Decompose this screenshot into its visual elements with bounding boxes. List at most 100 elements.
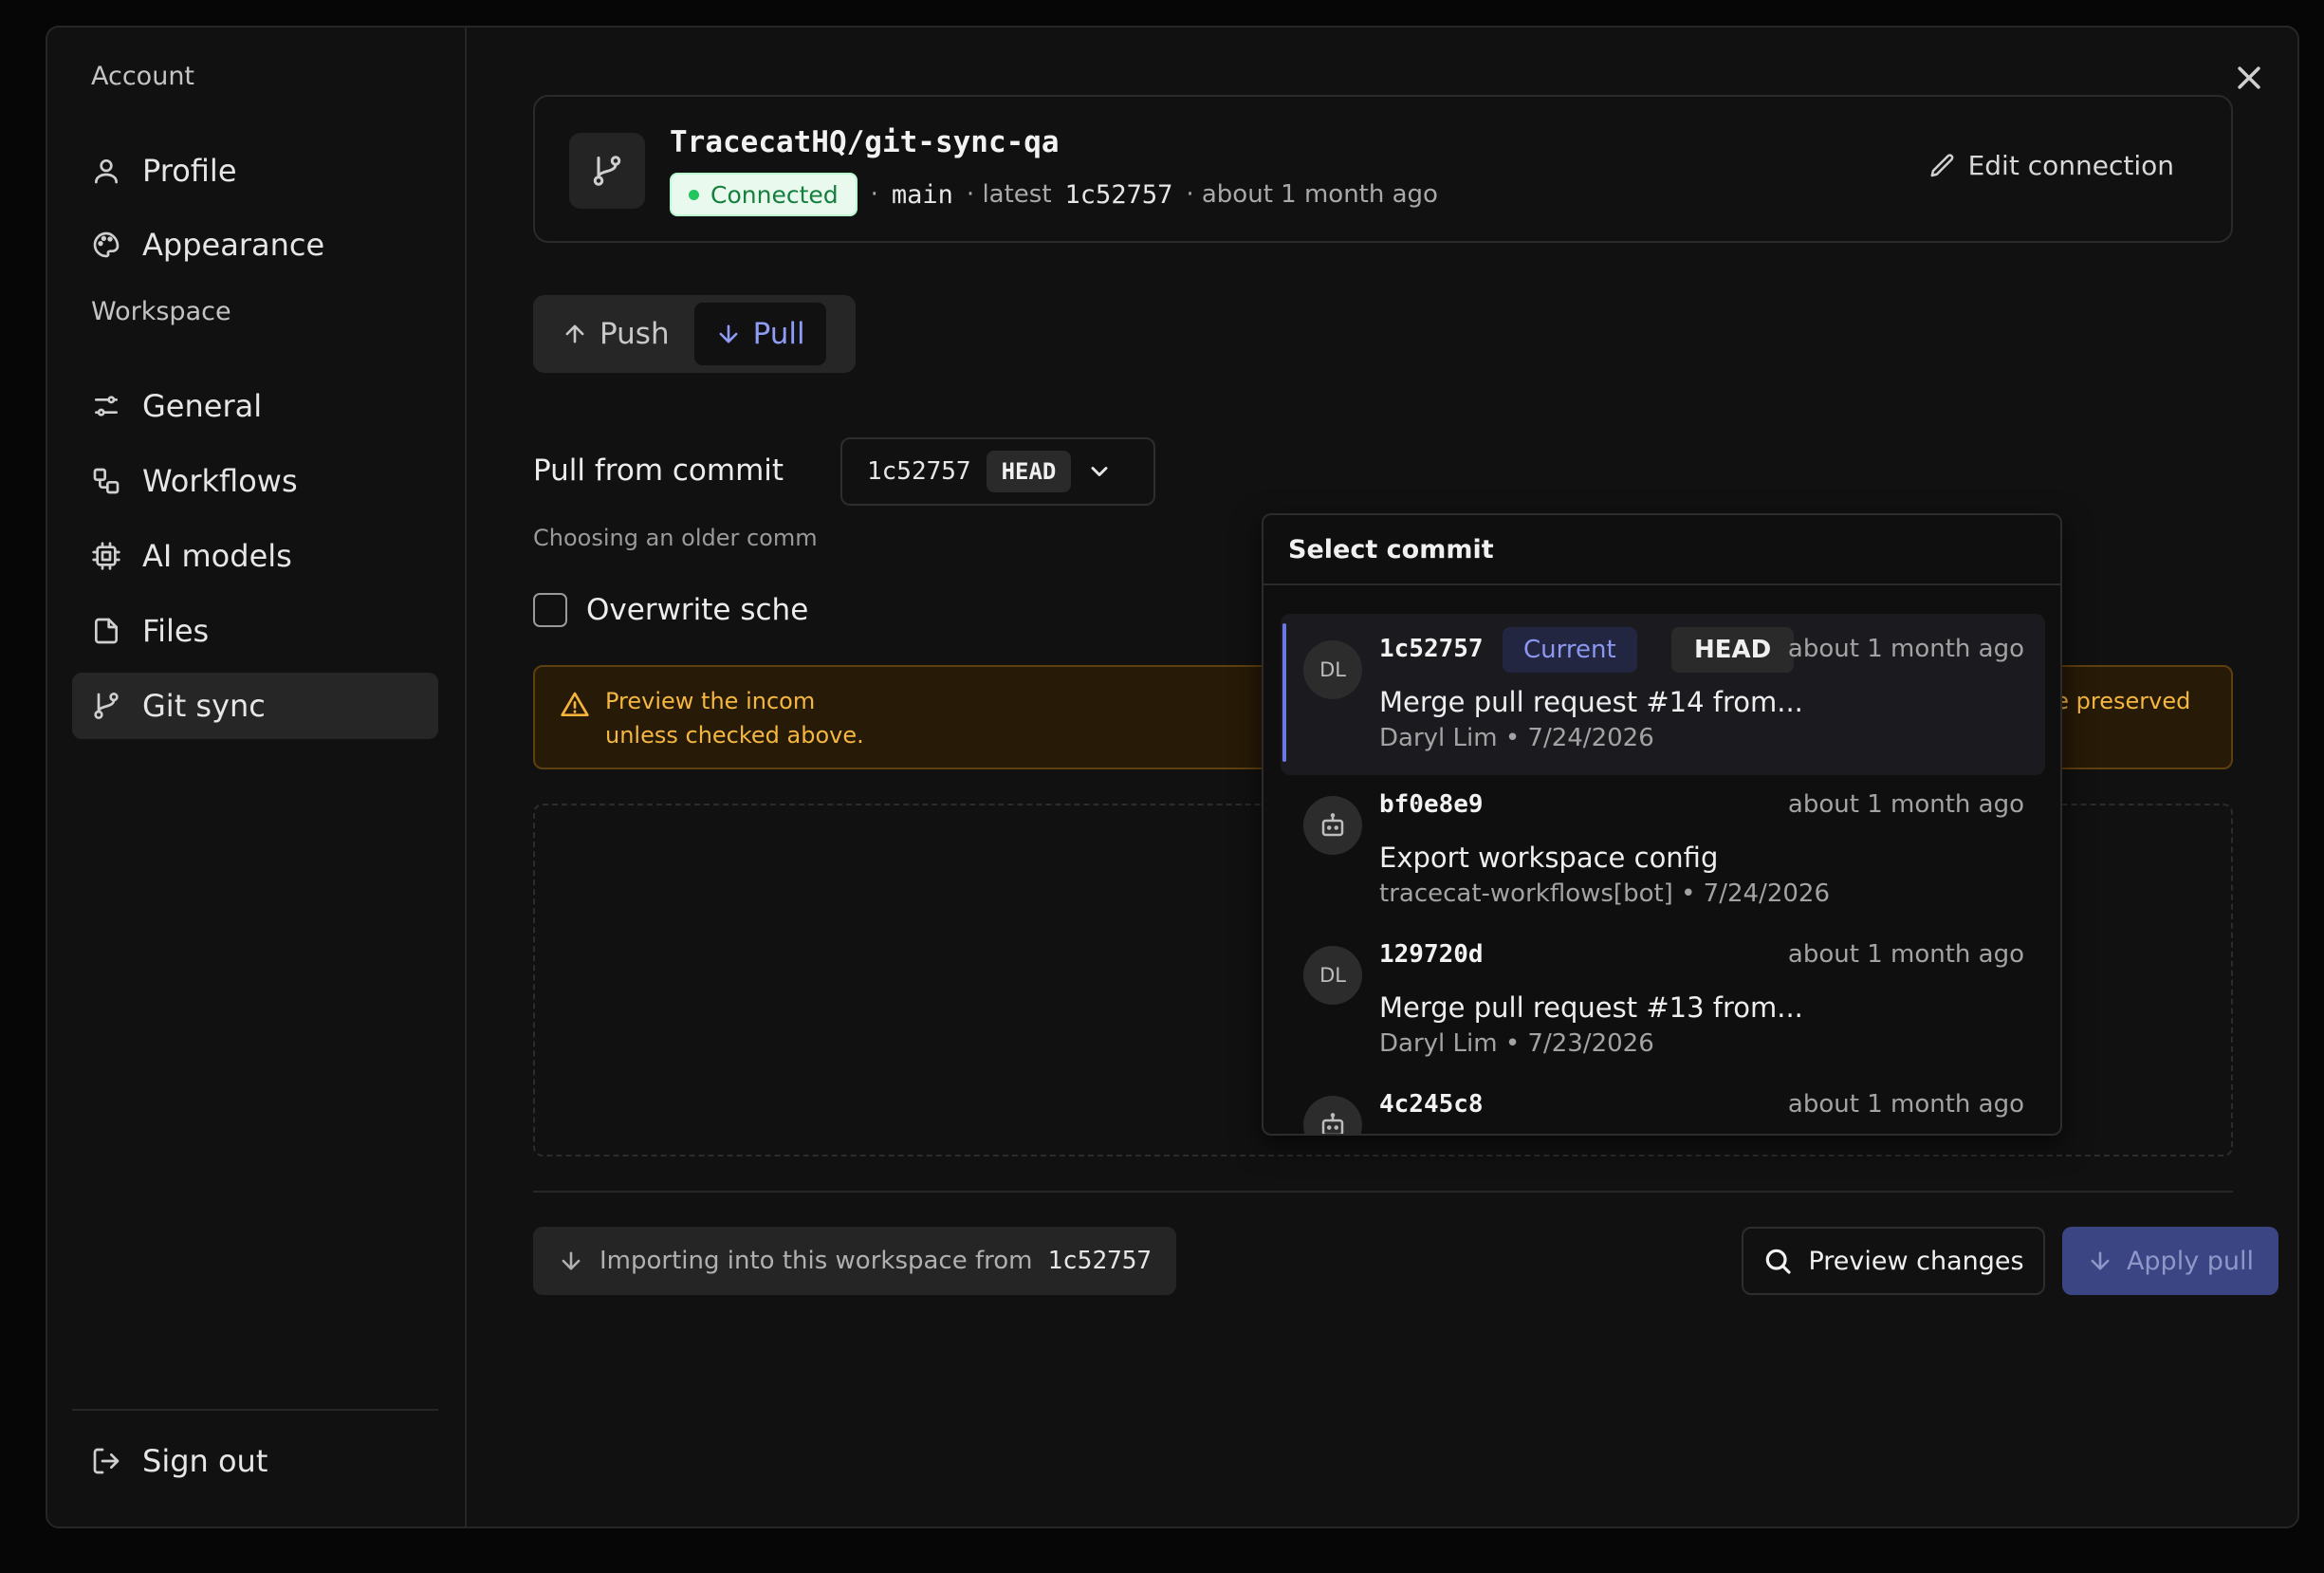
tab-pull[interactable]: Pull (693, 303, 826, 365)
latest-commit-time: · about 1 month ago (1186, 180, 1438, 209)
arrow-down-icon (2091, 1251, 2110, 1270)
push-pull-toggle: Push Pull (533, 295, 856, 373)
bot-icon (1303, 796, 1362, 855)
commit-author: tracecat-workflows[bot] • 7/24/2026 (1379, 879, 1830, 908)
edit-connection-button[interactable]: Edit connection (1928, 150, 2174, 181)
close-icon (2238, 66, 2260, 89)
sidebar-item-workflows[interactable]: Workflows (72, 448, 438, 514)
close-button[interactable] (2233, 62, 2265, 94)
pull-from-commit-label: Pull from commit (533, 453, 784, 488)
git-sync-panel: TracecatHQ/git-sync-qa Connected · main … (469, 28, 2297, 1527)
preview-changes-button[interactable]: Preview changes (1742, 1227, 2045, 1295)
commit-message: Merge pull request #13 from... (1379, 991, 1803, 1024)
dropdown-header: Select commit (1263, 515, 2060, 585)
log-out-icon (91, 1446, 121, 1476)
git-branch-icon (569, 133, 645, 209)
avatar: DL (1303, 640, 1362, 699)
arrow-up-icon (565, 324, 584, 343)
settings-sidebar: Account Profile Appearance Workspace Gen… (47, 28, 467, 1527)
connection-status-label: Connected (710, 180, 839, 209)
separator-dot: · (870, 180, 878, 209)
pencil-icon (1930, 153, 1953, 176)
commit-author: Daryl Lim • 7/23/2026 (1379, 1029, 1654, 1058)
arrow-down-icon (719, 324, 738, 343)
sidebar-item-profile[interactable]: Profile (72, 138, 438, 204)
palette-icon (91, 230, 121, 260)
search-icon (1766, 1249, 1792, 1274)
apply-pull-button[interactable]: Apply pull (2062, 1227, 2278, 1295)
commit-hash: 4c245c8 (1379, 1090, 1484, 1119)
head-badge: HEAD (986, 451, 1072, 492)
commit-hash: bf0e8e9 (1379, 790, 1484, 819)
sign-out-label: Sign out (142, 1443, 268, 1479)
sidebar-item-appearance[interactable]: Appearance (72, 212, 438, 278)
status-dot-icon (689, 189, 699, 200)
commit-option[interactable]: 4c245c8 about 1 month ago (1281, 1069, 2045, 1134)
latest-label: · latest (966, 180, 1052, 209)
chevron-down-icon (1091, 467, 1108, 476)
overwrite-schedules-label: Overwrite sche (586, 593, 809, 627)
selected-commit-hash: 1c52757 (867, 457, 971, 486)
overwrite-schedules-row: Overwrite sche (533, 593, 808, 627)
sidebar-item-git-sync[interactable]: Git sync (72, 673, 438, 739)
current-badge: Current (1503, 627, 1637, 673)
repository-card: TracecatHQ/git-sync-qa Connected · main … (533, 95, 2233, 243)
commit-option[interactable]: DL 1c52757 Current HEAD about 1 month ag… (1281, 614, 2045, 775)
tab-pull-label: Pull (752, 317, 805, 351)
commit-option[interactable]: DL 129720d about 1 month ago Merge pull … (1281, 919, 2045, 1081)
branch-name: main (891, 179, 953, 210)
tab-push-label: Push (599, 317, 670, 351)
commit-time: about 1 month ago (1787, 1090, 2024, 1119)
avatar: DL (1303, 946, 1362, 1005)
cpu-icon (91, 541, 121, 571)
sidebar-divider (72, 1409, 438, 1411)
sidebar-item-label: General (142, 388, 263, 424)
commit-dropdown: Select commit DL 1c52757 Current HEAD ab… (1262, 513, 2062, 1136)
sidebar-item-files[interactable]: Files (72, 598, 438, 664)
bot-icon (1303, 1096, 1362, 1134)
commit-message: Merge pull request #14 from... (1379, 686, 1803, 718)
sidebar-item-label: Files (142, 613, 210, 649)
settings-dialog: Account Profile Appearance Workspace Gen… (46, 26, 2299, 1528)
section-label-account: Account (91, 62, 195, 91)
overwrite-schedules-checkbox[interactable] (533, 593, 567, 627)
file-icon (91, 616, 121, 646)
edit-connection-label: Edit connection (1967, 150, 2174, 181)
head-badge: HEAD (1671, 627, 1795, 673)
sidebar-item-label: Profile (142, 153, 237, 189)
sidebar-item-ai-models[interactable]: AI models (72, 523, 438, 589)
user-icon (91, 156, 121, 186)
preview-changes-label: Preview changes (1808, 1246, 2024, 1276)
sliders-icon (91, 391, 121, 421)
tab-push[interactable]: Push (541, 303, 691, 365)
apply-pull-label: Apply pull (2126, 1246, 2255, 1276)
sidebar-item-label: AI models (142, 538, 292, 574)
repository-meta: Connected · main · latest 1c52757 · abou… (670, 173, 1438, 216)
commit-time: about 1 month ago (1787, 790, 2024, 819)
commit-hash: 129720d (1379, 940, 1484, 969)
commit-select[interactable]: 1c52757 HEAD (840, 437, 1155, 506)
connection-status-badge: Connected (670, 173, 858, 216)
sidebar-item-label: Appearance (142, 227, 325, 263)
sign-out-button[interactable]: Sign out (72, 1428, 438, 1494)
footer-divider (533, 1191, 2233, 1193)
commit-author: Daryl Lim • 7/24/2026 (1379, 724, 1654, 752)
commit-time: about 1 month ago (1787, 940, 2024, 969)
commit-hash: 1c52757 (1379, 635, 1484, 663)
selection-indicator (1282, 623, 1286, 762)
commit-message: Export workspace config (1379, 842, 1719, 874)
import-source-chip: Importing into this workspace from 1c527… (533, 1227, 1177, 1295)
commit-option[interactable]: bf0e8e9 about 1 month ago Export workspa… (1281, 769, 2045, 931)
sidebar-item-general[interactable]: General (72, 373, 438, 439)
commit-list[interactable]: DL 1c52757 Current HEAD about 1 month ag… (1263, 587, 2060, 1134)
section-label-workspace: Workspace (91, 297, 231, 326)
import-hash: 1c52757 (1047, 1247, 1153, 1275)
git-branch-icon (91, 691, 121, 721)
commit-helper-text: Choosing an older comm (533, 525, 818, 551)
latest-commit-hash: 1c52757 (1064, 179, 1173, 210)
sidebar-item-label: Workflows (142, 463, 298, 499)
workflow-icon (91, 466, 121, 496)
import-text: Importing into this workspace from (599, 1247, 1033, 1275)
repository-name: TracecatHQ/git-sync-qa (670, 125, 1060, 159)
arrow-down-icon (562, 1251, 581, 1270)
